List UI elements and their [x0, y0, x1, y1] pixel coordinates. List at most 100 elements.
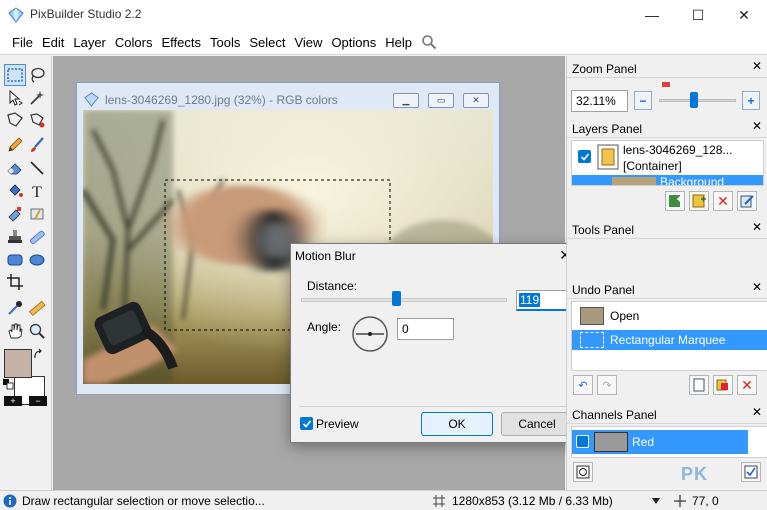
lasso-tool[interactable]: [26, 64, 48, 86]
magnetic-lasso-tool[interactable]: [26, 109, 48, 131]
redo-arrow-icon: ↷: [602, 379, 612, 392]
image-window-title: lens-3046269_1280.jpg (32%) - RGB colors: [105, 93, 338, 107]
layer-name[interactable]: lens-3046269_128...: [623, 143, 732, 157]
magnetic-lasso-icon: [30, 113, 45, 128]
dropdown-arrow-icon[interactable]: [651, 496, 661, 506]
ok-button[interactable]: OK: [421, 412, 493, 436]
undo-item-label: Rectangular Marquee: [610, 333, 726, 347]
bandage-tool[interactable]: [26, 226, 48, 248]
dialog-title: Motion Blur: [295, 249, 356, 263]
preview-checkbox[interactable]: [300, 417, 313, 430]
zoom-tool[interactable]: [26, 320, 48, 342]
layer-visibility-checkbox[interactable]: [578, 150, 591, 163]
undo-panel-close-icon[interactable]: ✕: [752, 280, 762, 294]
add-color-button[interactable]: +: [4, 396, 22, 406]
layers-list: lens-3046269_128... [Container] Backgrou…: [571, 140, 764, 186]
channel-row-red[interactable]: Red: [572, 430, 748, 454]
crop-tool[interactable]: [4, 271, 26, 293]
image-maximize-button[interactable]: ▭: [428, 93, 454, 108]
clone-stamp-tool[interactable]: [4, 226, 26, 248]
undo-item-selected[interactable]: Rectangular Marquee: [572, 330, 767, 350]
redo-button[interactable]: ↷: [597, 375, 617, 395]
zoom-out-button[interactable]: −: [634, 91, 652, 110]
fill-bucket-tool[interactable]: [4, 180, 26, 202]
bandage-icon: [30, 230, 45, 244]
measure-tool[interactable]: [26, 297, 48, 319]
zoom-slider-thumb[interactable]: [690, 92, 699, 108]
layer-row-background[interactable]: Background: [572, 175, 763, 185]
image-minimize-button[interactable]: ▁: [393, 93, 419, 108]
background-layer-thumbnail: [612, 177, 656, 185]
menu-colors[interactable]: Colors: [111, 35, 158, 50]
pencil-icon: [8, 137, 23, 152]
remove-color-button[interactable]: −: [29, 396, 47, 406]
distance-slider-track[interactable]: [301, 298, 507, 302]
eyedropper-tool[interactable]: [4, 297, 26, 319]
close-button[interactable]: ✕: [721, 0, 767, 30]
menu-options[interactable]: Options: [327, 35, 381, 50]
menu-file[interactable]: File: [8, 35, 38, 50]
menu-help[interactable]: Help: [381, 35, 417, 50]
channel-options-button[interactable]: [741, 462, 761, 482]
pencil-tool[interactable]: [4, 134, 26, 156]
undo-item-label: Open: [610, 309, 640, 323]
new-layer-icon: [669, 195, 682, 207]
gradient-tool[interactable]: [4, 203, 26, 225]
ellipse-shape-tool[interactable]: [26, 249, 48, 271]
smudge-tool[interactable]: [26, 203, 48, 225]
new-layer-button[interactable]: [665, 191, 685, 211]
move-tool[interactable]: [4, 87, 26, 109]
default-colors-icon[interactable]: [3, 379, 14, 390]
distance-input[interactable]: 119: [516, 290, 573, 311]
menu-select[interactable]: Select: [245, 35, 290, 50]
channel-visibility-checkbox[interactable]: [576, 435, 589, 448]
hand-tool[interactable]: [4, 320, 26, 342]
line-tool[interactable]: [26, 157, 48, 179]
tools-panel-header: Tools Panel ✕: [567, 217, 767, 239]
zoom-value-input[interactable]: 32.11%: [571, 90, 628, 112]
menu-edit[interactable]: Edit: [38, 35, 69, 50]
undo-item[interactable]: Open: [572, 304, 767, 328]
angle-input[interactable]: 0: [397, 318, 454, 340]
new-snapshot-button[interactable]: [689, 375, 709, 395]
zoom-panel-close-icon[interactable]: ✕: [752, 59, 762, 73]
rectangle-shape-tool[interactable]: [4, 249, 26, 271]
zoom-in-button[interactable]: +: [742, 91, 760, 110]
rect-marquee-tool[interactable]: [4, 64, 26, 86]
eraser-icon: [7, 163, 22, 175]
toolbox: T + −: [0, 56, 52, 490]
layers-panel-close-icon[interactable]: ✕: [752, 119, 762, 133]
text-tool[interactable]: T: [26, 180, 48, 202]
smudge-icon: [30, 208, 44, 220]
magnifier-icon: [29, 323, 45, 339]
image-info: 1280x853 (3.12 Mb / 6.33 Mb): [452, 494, 613, 508]
cancel-button[interactable]: Cancel: [501, 412, 573, 436]
maximize-button[interactable]: ☐: [675, 0, 721, 30]
tools-panel-close-icon[interactable]: ✕: [752, 220, 762, 234]
foreground-color-swatch[interactable]: [4, 349, 32, 378]
menu-effects[interactable]: Effects: [157, 35, 206, 50]
delete-layer-button[interactable]: ✕: [713, 191, 733, 211]
channel-selection-button[interactable]: [573, 462, 593, 482]
history-options-button[interactable]: [713, 375, 733, 395]
eraser-tool[interactable]: [4, 157, 26, 179]
magic-wand-tool[interactable]: [26, 87, 48, 109]
layer-type: [Container]: [623, 159, 682, 173]
menu-layer[interactable]: Layer: [69, 35, 111, 50]
new-container-button[interactable]: [689, 191, 709, 211]
brush-tool[interactable]: [26, 134, 48, 156]
menu-view[interactable]: View: [290, 35, 327, 50]
distance-slider-thumb[interactable]: [391, 291, 401, 306]
image-close-button[interactable]: ✕: [463, 93, 489, 108]
menu-tools[interactable]: Tools: [206, 35, 245, 50]
swap-colors-icon[interactable]: [33, 348, 45, 360]
red-channel-thumbnail: [594, 432, 628, 452]
undo-button[interactable]: ↶: [573, 375, 593, 395]
channels-panel-close-icon[interactable]: ✕: [752, 405, 762, 419]
search-icon[interactable]: [421, 34, 437, 50]
polygon-lasso-tool[interactable]: [4, 109, 26, 131]
minimize-button[interactable]: —: [629, 0, 675, 30]
delete-history-button[interactable]: ✕: [737, 375, 757, 395]
angle-dial-icon[interactable]: [351, 315, 389, 353]
layer-properties-button[interactable]: [737, 191, 757, 211]
